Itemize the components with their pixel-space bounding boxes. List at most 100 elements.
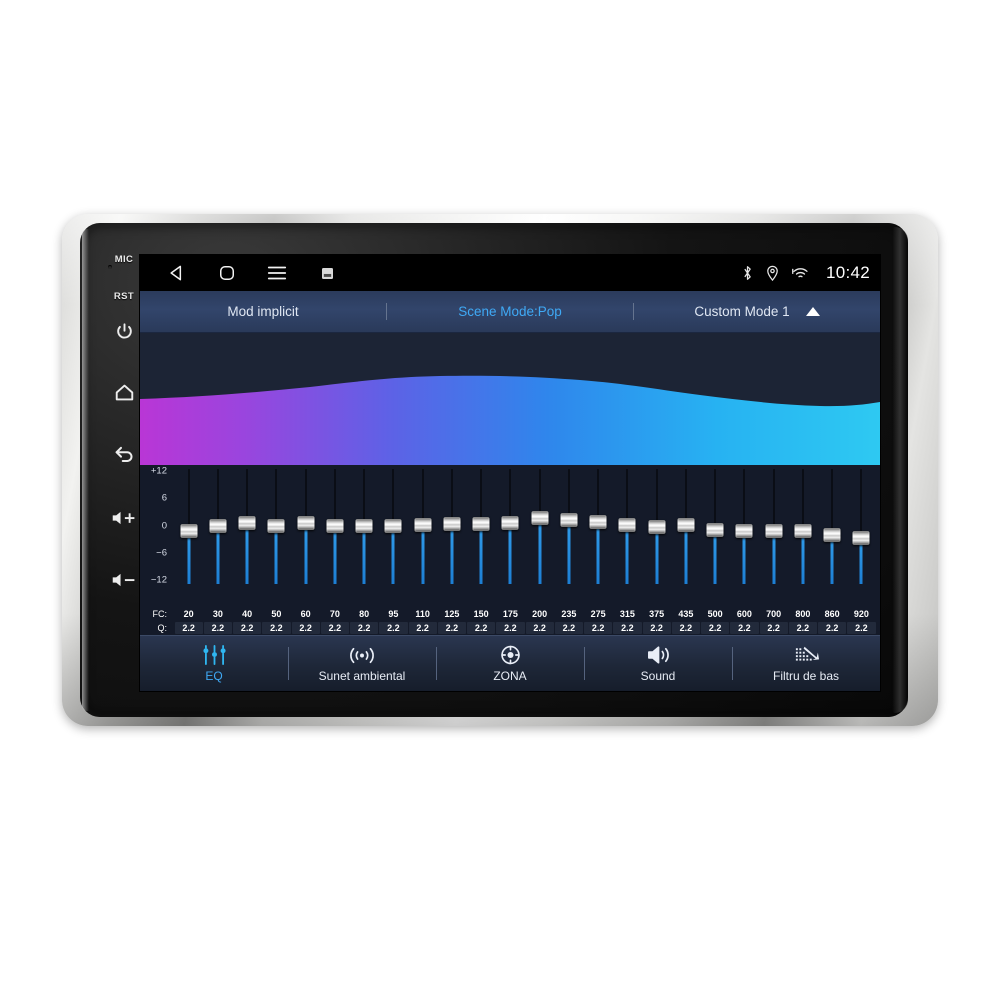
- back-button[interactable]: [104, 444, 144, 464]
- eq-slider[interactable]: [671, 465, 700, 588]
- eq-slider-handle[interactable]: [648, 520, 666, 535]
- eq-slider[interactable]: [233, 465, 262, 588]
- eq-slider-handle[interactable]: [384, 518, 402, 533]
- tab-sound[interactable]: Sound: [584, 636, 732, 691]
- eq-slider[interactable]: [379, 465, 408, 588]
- power-button[interactable]: [104, 322, 144, 341]
- location-pin-icon: [766, 265, 779, 281]
- eq-slider-handle[interactable]: [706, 523, 724, 538]
- eq-slider-handle[interactable]: [589, 514, 607, 529]
- eq-slider-handle[interactable]: [355, 518, 373, 533]
- eq-track-upper: [275, 469, 278, 520]
- scene-mode-button[interactable]: Scene Mode:Pop: [387, 304, 633, 319]
- eq-slider[interactable]: [496, 465, 525, 588]
- eq-slider-handle[interactable]: [618, 517, 636, 532]
- eq-slider-handle[interactable]: [297, 515, 315, 530]
- eq-slider-handle[interactable]: [472, 516, 490, 531]
- caret-up-icon[interactable]: [805, 307, 820, 316]
- eq-slider[interactable]: [701, 465, 730, 588]
- eq-track-lower: [421, 530, 425, 584]
- eq-slider[interactable]: [291, 465, 320, 588]
- eq-track-upper: [304, 469, 307, 517]
- tab-surround-label: Sunet ambiental: [318, 669, 406, 683]
- eq-track-upper: [831, 469, 834, 529]
- eq-fc-value: 235: [561, 608, 577, 619]
- back-arrow-icon: [114, 444, 135, 464]
- tab-eq-label: EQ: [205, 669, 223, 683]
- eq-slider-handle[interactable]: [238, 515, 256, 530]
- eq-slider[interactable]: [584, 465, 613, 588]
- eq-track-upper: [480, 469, 483, 518]
- eq-slider[interactable]: [408, 465, 437, 588]
- eq-y-tick: 0: [161, 520, 167, 531]
- tab-eq[interactable]: EQ: [140, 636, 288, 691]
- eq-slider[interactable]: [788, 465, 817, 588]
- eq-slider[interactable]: [642, 465, 671, 588]
- reset-button[interactable]: RST: [104, 291, 144, 302]
- eq-slider[interactable]: [525, 465, 554, 588]
- mode-default-button[interactable]: Mod implicit: [140, 304, 386, 319]
- eq-slider[interactable]: [350, 465, 379, 588]
- bass-filter-icon: [793, 644, 820, 666]
- back-icon[interactable]: [152, 255, 202, 291]
- eq-track-upper: [538, 469, 541, 513]
- tab-bass-filter[interactable]: Filtru de bas: [732, 636, 880, 691]
- eq-slider[interactable]: [613, 465, 642, 588]
- bluetooth-icon: [742, 265, 753, 281]
- eq-slider[interactable]: [730, 465, 759, 588]
- volume-down-button[interactable]: [104, 572, 144, 588]
- power-icon: [115, 322, 134, 341]
- eq-slider-handle[interactable]: [765, 523, 783, 538]
- eq-slider[interactable]: [554, 465, 583, 588]
- eq-slider-handle[interactable]: [180, 523, 198, 538]
- custom-mode-button[interactable]: Custom Mode 1: [634, 304, 880, 319]
- home-button[interactable]: [104, 383, 144, 402]
- eq-slider[interactable]: [437, 465, 466, 588]
- android-status-bar: 10:42: [140, 255, 880, 291]
- eq-slider[interactable]: [759, 465, 788, 588]
- eq-q-value: 2.2: [350, 622, 379, 634]
- eq-slider[interactable]: [203, 465, 232, 588]
- eq-slider-handle[interactable]: [414, 517, 432, 532]
- eq-fc-value: 500: [707, 608, 723, 619]
- eq-slider[interactable]: [818, 465, 847, 588]
- eq-slider-handle[interactable]: [443, 516, 461, 531]
- eq-slider-handle[interactable]: [326, 518, 344, 533]
- eq-q-value: 2.2: [174, 622, 203, 634]
- eq-slider-handle[interactable]: [735, 523, 753, 538]
- eq-track-lower: [713, 536, 717, 584]
- eq-fc-value: 150: [473, 608, 489, 619]
- eq-slider[interactable]: [174, 465, 203, 588]
- hamburger-icon[interactable]: [252, 255, 302, 291]
- eq-slider[interactable]: [262, 465, 291, 588]
- eq-slider-handle[interactable]: [531, 511, 549, 526]
- eq-fc-value: 600: [736, 608, 752, 619]
- eq-track-upper: [597, 469, 600, 516]
- eq-fc-value: 50: [271, 608, 282, 619]
- eq-fc-value: 800: [795, 608, 811, 619]
- eq-track-upper: [509, 469, 512, 518]
- eq-slider[interactable]: [847, 465, 876, 588]
- eq-track-lower: [245, 528, 249, 584]
- eq-track-lower: [538, 524, 542, 584]
- eq-q-value: 2.2: [437, 622, 466, 634]
- eq-slider-handle[interactable]: [852, 531, 870, 546]
- eq-q-value: 2.2: [525, 622, 554, 634]
- volume-up-button[interactable]: [104, 510, 144, 526]
- eq-curve-visualizer: [140, 333, 880, 465]
- eq-slider[interactable]: [320, 465, 349, 588]
- eq-slider-handle[interactable]: [209, 519, 227, 534]
- eq-slider-handle[interactable]: [267, 518, 285, 533]
- eq-slider-handle[interactable]: [677, 517, 695, 532]
- eq-slider-handle[interactable]: [794, 523, 812, 538]
- screenshot-icon[interactable]: [302, 255, 352, 291]
- eq-slider-handle[interactable]: [501, 516, 519, 531]
- mode-default-label: Mod implicit: [227, 304, 299, 319]
- tab-zona-label: ZONA: [493, 669, 527, 683]
- home-icon[interactable]: [202, 255, 252, 291]
- eq-slider[interactable]: [467, 465, 496, 588]
- tab-surround[interactable]: Sunet ambiental: [288, 636, 436, 691]
- tab-zona[interactable]: ZONA: [436, 636, 584, 691]
- eq-slider-handle[interactable]: [823, 527, 841, 542]
- eq-slider-handle[interactable]: [560, 513, 578, 528]
